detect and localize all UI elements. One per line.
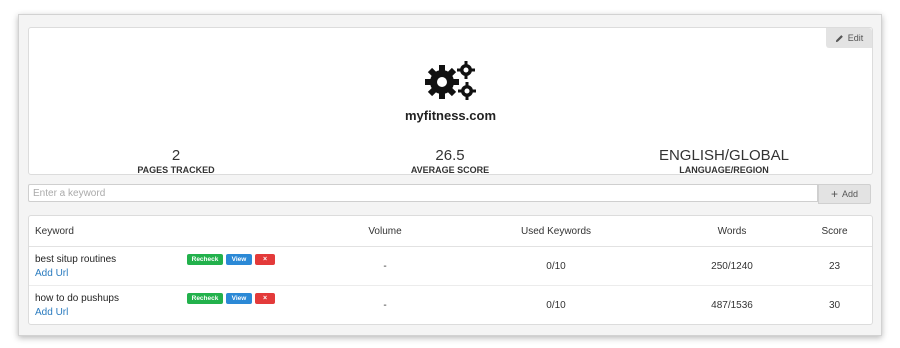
delete-button[interactable]: ×: [255, 292, 275, 304]
app-frame: Edit myfitness.com 2 PAGES TRACKED 26.5 …: [18, 14, 882, 336]
keyword-name: how to do pushups: [35, 292, 119, 304]
used-keywords-cell: 0/10: [546, 299, 566, 311]
stat-value: 2: [171, 147, 181, 164]
stat-value: ENGLISH/GLOBAL: [658, 147, 790, 164]
header-keyword[interactable]: Keyword: [29, 216, 325, 247]
stat-value: 26.5: [435, 147, 465, 164]
stat-language-region: ENGLISH/GLOBAL LANGUAGE/REGION: [614, 148, 834, 175]
used-keywords-cell: 0/10: [445, 246, 667, 286]
table-header-row: Keyword Volume Used Keywords Words Score: [29, 216, 872, 247]
words-cell: 487/1536: [711, 299, 753, 311]
add-url-link[interactable]: Add Url: [35, 268, 116, 279]
table-row: best situp routines Add Url Recheck View…: [29, 246, 872, 286]
stat-average-score: 26.5 AVERAGE SCORE: [340, 148, 560, 175]
table-row: how to do pushups Add Url Recheck View ×…: [29, 286, 872, 325]
add-url-link[interactable]: Add Url: [35, 307, 119, 318]
keyword-name: best situp routines: [35, 253, 117, 265]
view-button[interactable]: View: [226, 292, 252, 304]
site-summary-card: Edit myfitness.com 2 PAGES TRACKED 26.5 …: [28, 27, 873, 175]
keywords-table-card: Keyword Volume Used Keywords Words Score…: [28, 215, 873, 325]
keywords-table: Keyword Volume Used Keywords Words Score…: [29, 216, 872, 324]
keyword-cell: best situp routines Add Url Recheck View…: [29, 246, 325, 286]
gears-icon: [425, 61, 476, 100]
header-used-keywords[interactable]: Used Keywords: [445, 216, 667, 247]
volume-cell: -: [325, 246, 445, 286]
keyword-input[interactable]: [28, 184, 818, 202]
add-keyword-button[interactable]: + Add: [818, 184, 871, 204]
stat-label: LANGUAGE/REGION: [679, 165, 769, 175]
words-cell: 250/1240: [667, 246, 797, 286]
add-keyword-bar: + Add: [28, 184, 871, 204]
edit-button[interactable]: Edit: [826, 28, 872, 48]
header-words[interactable]: Words: [667, 216, 797, 247]
site-domain: myfitness.com: [404, 108, 497, 123]
view-button[interactable]: View: [226, 253, 252, 265]
stat-label: PAGES TRACKED: [137, 165, 215, 175]
stat-pages-tracked: 2 PAGES TRACKED: [66, 148, 286, 175]
stat-label: AVERAGE SCORE: [410, 165, 490, 175]
plus-icon: +: [830, 187, 838, 201]
keyword-cell: how to do pushups Add Url Recheck View ×: [29, 286, 325, 325]
score-cell: 23: [797, 246, 872, 286]
add-label: Add: [842, 189, 859, 199]
score-cell: 30: [828, 299, 841, 311]
delete-button[interactable]: ×: [255, 253, 275, 265]
recheck-button[interactable]: Recheck: [187, 253, 223, 265]
pencil-icon: [835, 34, 843, 42]
header-volume[interactable]: Volume: [325, 216, 445, 247]
edit-label: Edit: [847, 33, 864, 43]
volume-cell: -: [383, 299, 387, 311]
recheck-button[interactable]: Recheck: [187, 292, 223, 304]
header-score[interactable]: Score: [797, 216, 872, 247]
